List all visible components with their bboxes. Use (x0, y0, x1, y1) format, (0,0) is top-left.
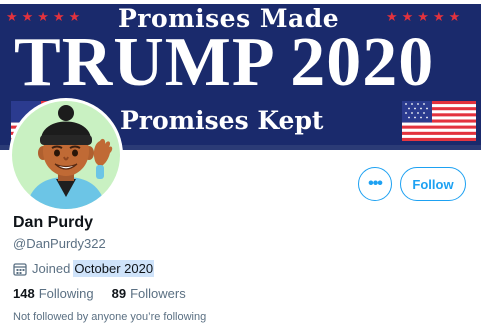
avatar-image (12, 101, 120, 209)
banner-line-trump: TRUMP 2020 (14, 24, 435, 101)
more-options-button[interactable]: ••• (358, 167, 392, 201)
joined-prefix: Joined (32, 261, 71, 276)
followers-count: 89 (111, 286, 127, 301)
following-count: 148 (13, 286, 35, 301)
followers-link[interactable]: 89 Followers (112, 286, 186, 301)
banner-stars-right: ★★★★★ (386, 10, 465, 25)
followers-label: Followers (130, 286, 186, 301)
follow-stats: 148 Following 89 Followers (13, 286, 204, 301)
not-followed-notice: Not followed by anyone you’re following (13, 311, 207, 323)
us-flag-icon (402, 101, 476, 141)
follow-button[interactable]: Follow (400, 167, 466, 201)
banner-line-kept: Promises Kept (120, 106, 324, 135)
joined-date: October 2020 (73, 260, 155, 277)
following-link[interactable]: 148 Following (13, 286, 94, 301)
calendar-icon (13, 262, 27, 276)
display-name: Dan Purdy (13, 214, 94, 231)
user-handle: @DanPurdy322 (13, 236, 106, 251)
banner-stars-left: ★★★★★ (6, 10, 85, 25)
following-label: Following (38, 286, 94, 301)
profile-avatar[interactable] (9, 98, 123, 212)
joined-date-row: Joined October 2020 (13, 260, 155, 277)
memoji-avatar-icon (26, 105, 113, 209)
